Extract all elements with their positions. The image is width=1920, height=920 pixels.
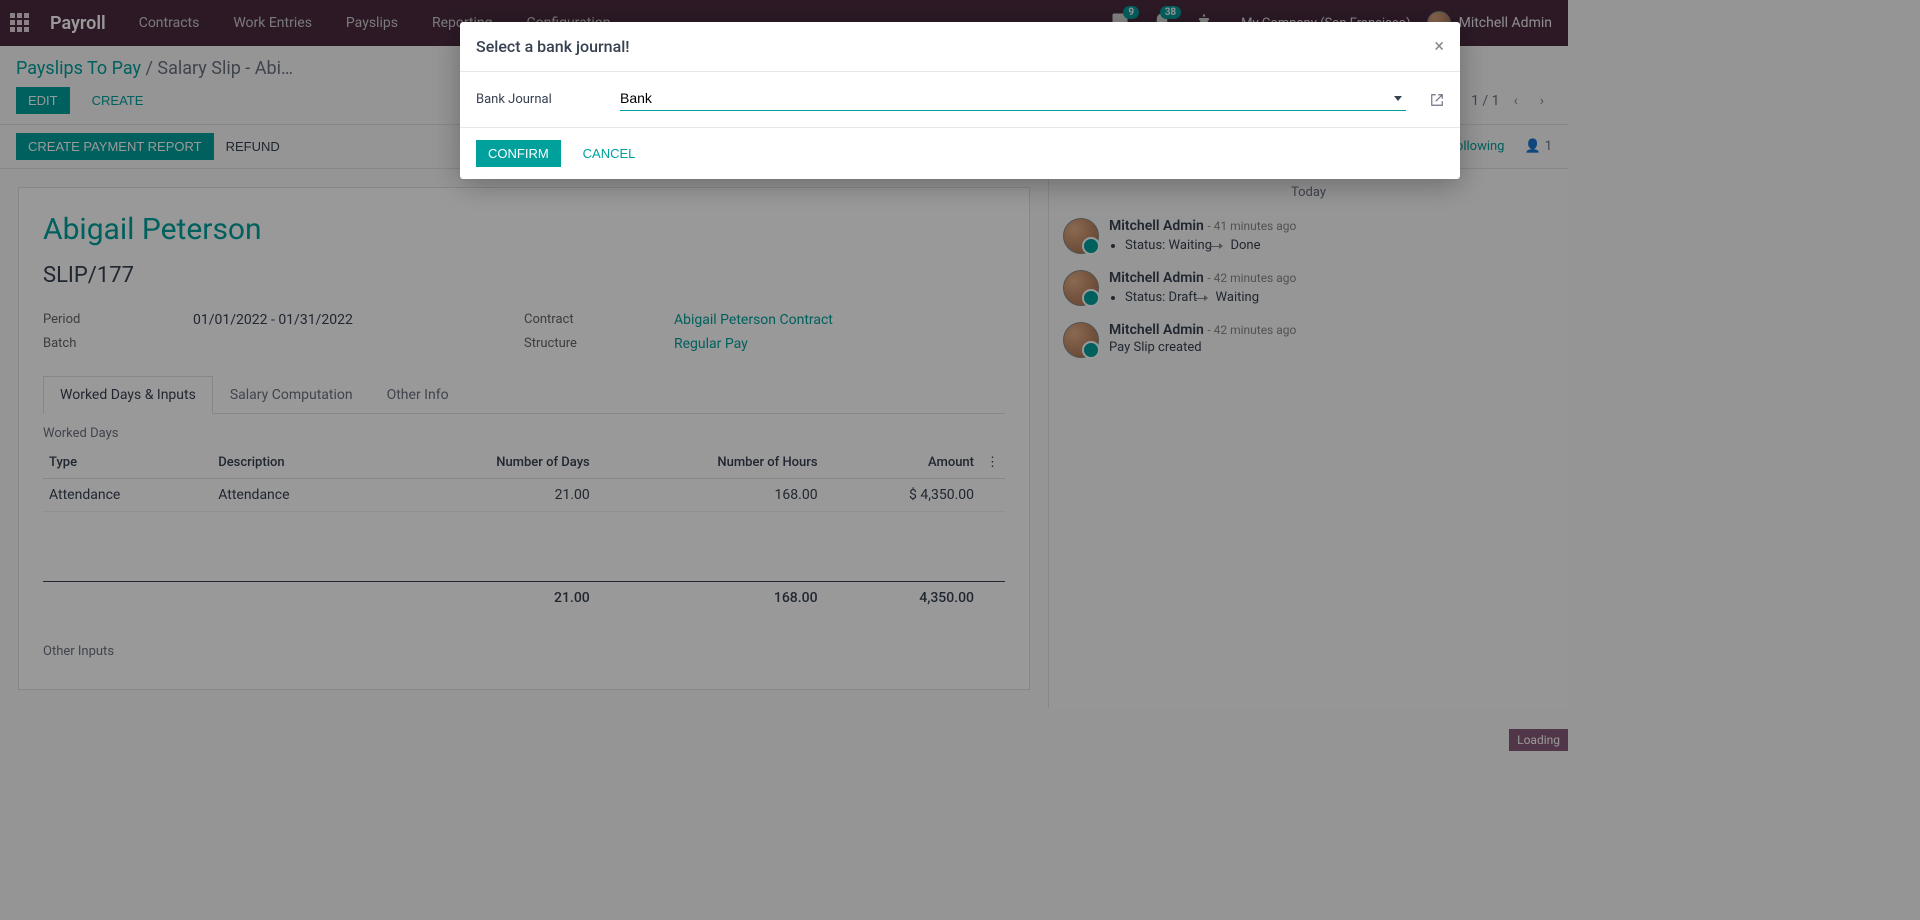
confirm-button[interactable]: Confirm: [476, 140, 561, 167]
bank-journal-field[interactable]: [620, 88, 1406, 111]
bank-journal-modal: Select a bank journal! × Bank Journal Co…: [460, 22, 1460, 179]
modal-overlay: Select a bank journal! × Bank Journal Co…: [0, 0, 1920, 920]
bank-journal-label: Bank Journal: [476, 92, 606, 107]
modal-title: Select a bank journal!: [476, 37, 630, 56]
cancel-button[interactable]: Cancel: [571, 140, 648, 167]
bank-journal-input[interactable]: [620, 88, 1394, 108]
close-icon[interactable]: ×: [1434, 36, 1444, 57]
chevron-down-icon[interactable]: [1394, 96, 1402, 101]
external-link-icon[interactable]: [1430, 93, 1444, 107]
